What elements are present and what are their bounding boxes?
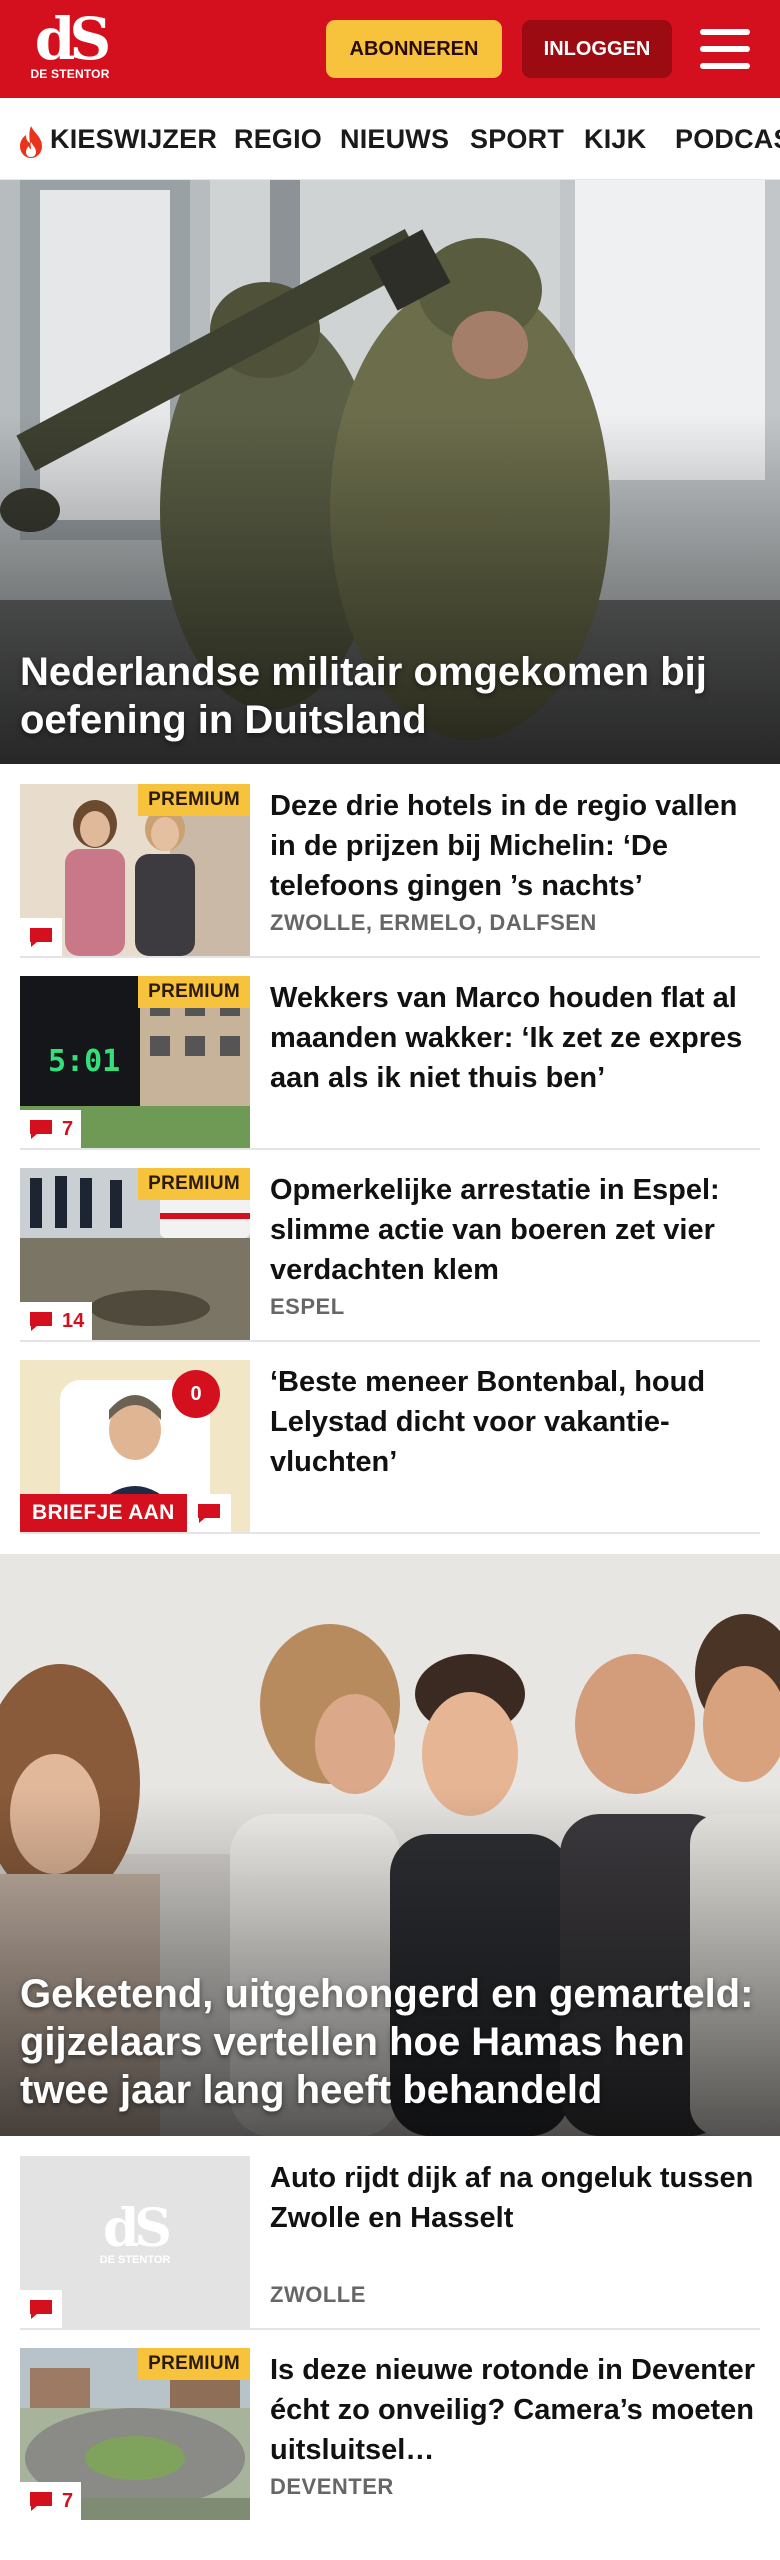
nav-item-kijk[interactable]: KIJK [584, 98, 646, 179]
comment-bubble-icon [30, 1120, 52, 1139]
article-row-michelin[interactable]: PREMIUM Deze drie hotels in de regio val… [20, 784, 760, 958]
article-row-espel[interactable]: PREMIUM 14 Opmerkelijke arrestatie in Es… [20, 1168, 760, 1342]
article-location: DEVENTER [270, 2474, 394, 2499]
comment-count: 7 [62, 1117, 74, 1140]
article-row-wekkers[interactable]: 5:01 PREMIUM 7 Wekkers van Marco houden … [20, 976, 760, 1150]
nav-item-nieuws[interactable]: NIEUWS [340, 98, 449, 179]
subscribe-button[interactable]: ABONNEREN [326, 20, 502, 78]
hero-article-hostages[interactable]: Geketend, uitgehongerd en gemarteld: gij… [0, 1554, 780, 2136]
comments-indicator[interactable]: 7 [20, 2482, 82, 2520]
comment-bubble-icon [30, 2300, 52, 2319]
article-thumbnail: 5:01 PREMIUM 7 [20, 976, 250, 1148]
article-title: Opmerkelijke arrestatie in Espel: slimme… [270, 1174, 720, 1286]
premium-badge: PREMIUM [138, 784, 250, 816]
site-logo[interactable]: dS DE STENTOR [28, 5, 112, 90]
main-navigation: KIESWIJZER REGIO NIEUWS SPORT KIJK PODCA… [0, 98, 780, 180]
article-title: Auto rijdt dijk af na ongeluk tussen Zwo… [270, 2162, 754, 2234]
article-title: ‘Beste meneer Bontenbal, houd Lelystad d… [270, 1366, 706, 1478]
premium-badge: PREMIUM [138, 2348, 250, 2380]
article-title: Wekkers van Marco houden flat al maanden… [270, 982, 743, 1094]
article-location: ZWOLLE, ERMELO, DALFSEN [270, 910, 597, 935]
article-location: ESPEL [270, 1294, 345, 1319]
hamburger-menu-icon[interactable] [700, 27, 750, 71]
comments-indicator[interactable]: 14 [20, 1302, 93, 1340]
article-thumbnail: PREMIUM [20, 784, 250, 956]
article-title: Is deze nieuwe rotonde in Deventer écht … [270, 2354, 756, 2466]
article-row-bontenbal[interactable]: 0 BRIEFJE AAN ‘Beste meneer Bontenbal, h… [20, 1360, 760, 1534]
article-thumbnail: PREMIUM 14 [20, 1168, 250, 1340]
comment-bubble-icon [30, 1312, 52, 1331]
comments-indicator[interactable]: 7 [20, 1110, 82, 1148]
login-button[interactable]: INLOGGEN [522, 20, 672, 78]
article-thumbnail: dS DE STENTOR [20, 2156, 250, 2328]
flame-icon [20, 126, 42, 158]
hero-title: Nederlandse militair omgekomen bij oefen… [20, 650, 707, 742]
article-row-dijk[interactable]: dS DE STENTOR Auto rijdt dijk af na onge… [20, 2156, 760, 2330]
logo-text: DE STENTOR [30, 67, 110, 81]
comments-indicator[interactable] [20, 2290, 62, 2328]
nav-item-sport[interactable]: SPORT [470, 98, 564, 179]
briefje-aan-label[interactable]: BRIEFJE AAN [20, 1494, 231, 1532]
placeholder-logo: dS DE STENTOR [90, 2198, 180, 2267]
article-title: Deze drie hotels in de regio vallen in d… [270, 790, 738, 902]
site-header: dS DE STENTOR ABONNEREN INLOGGEN [0, 0, 780, 98]
premium-badge: PREMIUM [138, 1168, 250, 1200]
logo-mark: dS [34, 5, 111, 73]
placeholder-logo-mark: dS [103, 2198, 172, 2259]
article-thumbnail: 0 BRIEFJE AAN [20, 1360, 250, 1532]
comment-count: 7 [62, 2489, 74, 2512]
comment-count: 14 [62, 1309, 85, 1332]
alarm-clock-display: 5:01 [48, 1044, 120, 1079]
hero-article-military[interactable]: Nederlandse militair omgekomen bij oefen… [0, 180, 780, 764]
nav-item-regio[interactable]: REGIO [234, 98, 322, 179]
article-thumbnail: PREMIUM 7 [20, 2348, 250, 2520]
nav-item-podcast[interactable]: PODCAS [675, 98, 780, 179]
notification-count: 0 [190, 1383, 202, 1405]
premium-badge: PREMIUM [138, 976, 250, 1008]
hero-title: Geketend, uitgehongerd en gemarteld: gij… [20, 1972, 754, 2112]
comment-bubble-icon [197, 1504, 220, 1523]
comment-bubble-icon [30, 928, 52, 947]
comment-bubble-icon [30, 2492, 52, 2511]
nav-item-kieswijzer[interactable]: KIESWIJZER [50, 98, 217, 179]
section-label: BRIEFJE AAN [20, 1494, 187, 1532]
comments-indicator[interactable] [20, 918, 62, 956]
placeholder-logo-text: DE STENTOR [99, 2254, 171, 2266]
notification-badge: 0 [172, 1370, 220, 1418]
article-row-rotonde[interactable]: PREMIUM 7 Is deze nieuwe rotonde in Deve… [20, 2348, 760, 2522]
article-location: ZWOLLE [270, 2282, 366, 2307]
